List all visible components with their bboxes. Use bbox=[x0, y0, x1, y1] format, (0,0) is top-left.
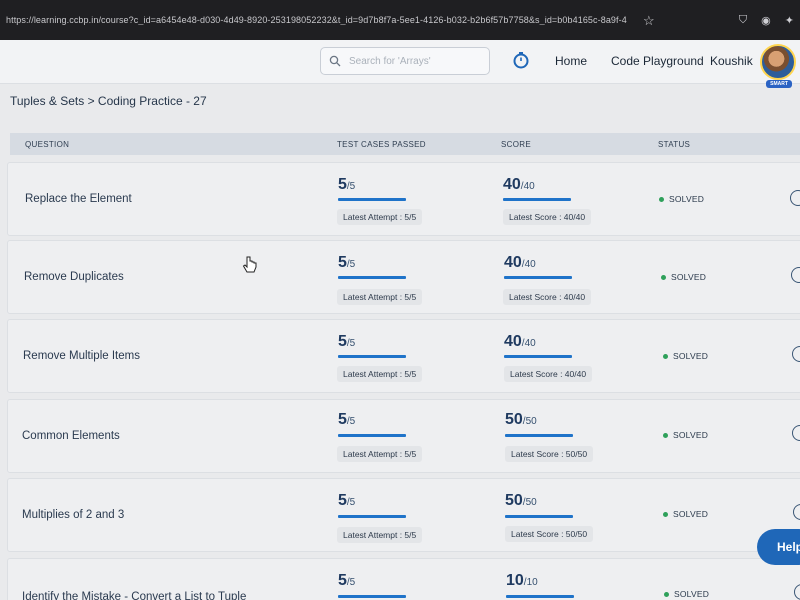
score-progress-bar bbox=[504, 276, 572, 279]
latest-attempt: Latest Attempt : 5/5 bbox=[337, 527, 423, 543]
latest-score: Latest Score : 40/40 bbox=[504, 366, 593, 382]
score: 50/50 bbox=[505, 492, 537, 509]
search-icon bbox=[329, 55, 341, 67]
avatar-badge: SMART bbox=[766, 80, 792, 88]
search-box[interactable] bbox=[320, 47, 490, 75]
column-header-question: QUESTION bbox=[25, 140, 70, 149]
status-badge: SOLVED bbox=[659, 194, 704, 204]
table-row[interactable]: Replace the Element 5/5 Latest Attempt :… bbox=[7, 162, 800, 236]
tests-progress-bar bbox=[338, 276, 406, 279]
bookmark-star-icon[interactable]: ☆ bbox=[643, 13, 655, 29]
url-text[interactable]: https://learning.ccbp.in/course?c_id=a64… bbox=[6, 15, 729, 25]
latest-attempt: Latest Attempt : 5/5 bbox=[337, 289, 423, 305]
tests-passed: 5/5 bbox=[338, 492, 356, 509]
chevron-right-icon[interactable] bbox=[792, 425, 800, 441]
score: 50/50 bbox=[505, 411, 537, 428]
score-progress-bar bbox=[506, 595, 574, 598]
status-dot-icon bbox=[661, 274, 666, 280]
chevron-right-icon[interactable] bbox=[793, 504, 800, 520]
shield-icon[interactable]: ⛉ bbox=[739, 14, 747, 27]
latest-score: Latest Score : 50/50 bbox=[505, 526, 594, 542]
tests-passed: 5/5 bbox=[338, 333, 356, 350]
question-name[interactable]: Multiplies of 2 and 3 bbox=[22, 509, 124, 521]
score-progress-bar bbox=[504, 355, 572, 358]
latest-score: Latest Score : 50/50 bbox=[505, 446, 594, 462]
column-header-tests: TEST CASES PASSED bbox=[337, 140, 426, 149]
chevron-right-icon[interactable] bbox=[794, 584, 800, 600]
nav-home-link[interactable]: Home bbox=[555, 54, 587, 68]
score: 10/10 bbox=[506, 572, 538, 589]
column-header-status: STATUS bbox=[658, 140, 691, 149]
timer-icon[interactable] bbox=[512, 51, 530, 69]
tests-passed: 5/5 bbox=[338, 411, 356, 428]
table-header: QUESTION TEST CASES PASSED SCORE STATUS bbox=[10, 133, 800, 155]
score: 40/40 bbox=[504, 254, 536, 271]
latest-attempt: Latest Attempt : 5/5 bbox=[337, 366, 423, 382]
tests-passed: 5/5 bbox=[338, 572, 356, 589]
status-dot-icon bbox=[659, 196, 664, 202]
help-button[interactable]: Help bbox=[757, 529, 800, 565]
browser-url-bar[interactable]: https://learning.ccbp.in/course?c_id=a64… bbox=[0, 0, 800, 40]
avatar[interactable] bbox=[760, 44, 796, 80]
latest-score: Latest Score : 40/40 bbox=[503, 209, 592, 225]
chevron-right-icon[interactable] bbox=[792, 346, 800, 362]
latest-score: Latest Score : 40/40 bbox=[503, 289, 592, 305]
user-name[interactable]: Koushik bbox=[710, 54, 753, 68]
score-progress-bar bbox=[505, 434, 573, 437]
table-row[interactable]: Remove Duplicates 5/5 Latest Attempt : 5… bbox=[7, 240, 800, 314]
question-name[interactable]: Identify the Mistake - Convert a List to… bbox=[22, 591, 246, 600]
puzzle-icon[interactable]: ✦ bbox=[785, 14, 794, 27]
tests-progress-bar bbox=[338, 515, 406, 518]
status-badge: SOLVED bbox=[664, 589, 709, 599]
status-badge: SOLVED bbox=[663, 430, 708, 440]
table-row[interactable]: Identify the Mistake - Convert a List to… bbox=[7, 558, 800, 600]
table-row[interactable]: Remove Multiple Items 5/5 Latest Attempt… bbox=[7, 319, 800, 393]
breadcrumb[interactable]: Tuples & Sets > Coding Practice - 27 bbox=[10, 94, 207, 108]
latest-attempt: Latest Attempt : 5/5 bbox=[337, 446, 423, 462]
status-dot-icon bbox=[663, 353, 668, 359]
tests-progress-bar bbox=[338, 355, 406, 358]
status-badge: SOLVED bbox=[661, 272, 706, 282]
tests-progress-bar bbox=[338, 434, 406, 437]
search-input[interactable] bbox=[349, 55, 479, 67]
chevron-right-icon[interactable] bbox=[791, 267, 800, 283]
app-header: Home Code Playground Koushik SMART bbox=[0, 40, 800, 88]
nav-code-playground-link[interactable]: Code Playground bbox=[611, 54, 704, 68]
table-row[interactable]: Common Elements 5/5 Latest Attempt : 5/5… bbox=[7, 399, 800, 473]
status-dot-icon bbox=[663, 432, 668, 438]
table-row[interactable]: Multiplies of 2 and 3 5/5 Latest Attempt… bbox=[7, 478, 800, 552]
latest-attempt: Latest Attempt : 5/5 bbox=[337, 209, 423, 225]
tests-progress-bar bbox=[338, 198, 406, 201]
question-name[interactable]: Common Elements bbox=[22, 430, 120, 442]
column-header-score: SCORE bbox=[501, 140, 531, 149]
tests-progress-bar bbox=[338, 595, 406, 598]
hand-cursor-icon bbox=[242, 256, 257, 273]
status-dot-icon bbox=[663, 511, 668, 517]
status-dot-icon bbox=[664, 591, 669, 597]
question-name[interactable]: Replace the Element bbox=[25, 193, 132, 205]
status-badge: SOLVED bbox=[663, 509, 708, 519]
extension-icon[interactable]: ◉ bbox=[761, 14, 771, 27]
question-name[interactable]: Remove Duplicates bbox=[24, 271, 124, 283]
question-name[interactable]: Remove Multiple Items bbox=[23, 350, 140, 362]
score: 40/40 bbox=[504, 333, 536, 350]
tests-passed: 5/5 bbox=[338, 176, 356, 193]
score-progress-bar bbox=[503, 198, 571, 201]
chevron-right-icon[interactable] bbox=[790, 190, 800, 206]
tests-passed: 5/5 bbox=[338, 254, 356, 271]
score-progress-bar bbox=[505, 515, 573, 518]
score: 40/40 bbox=[503, 176, 535, 193]
status-badge: SOLVED bbox=[663, 351, 708, 361]
